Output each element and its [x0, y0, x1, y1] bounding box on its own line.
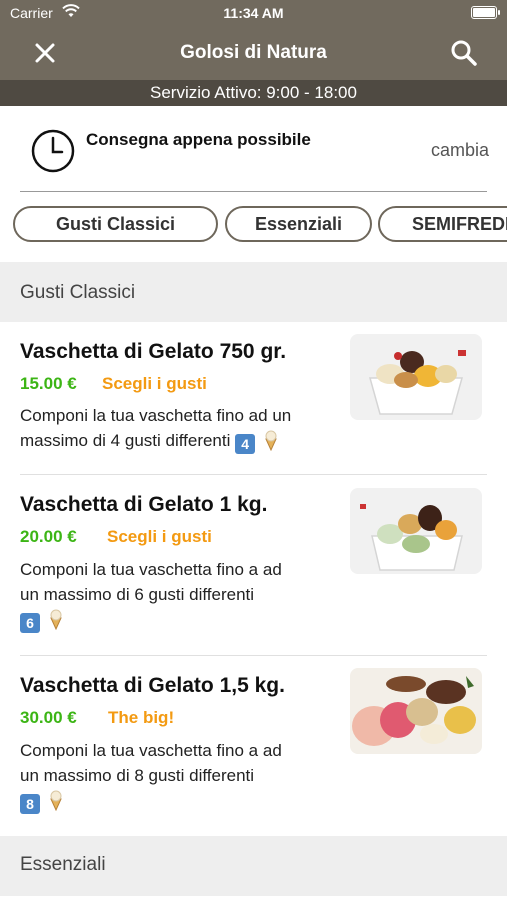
- product-image: [350, 334, 482, 420]
- service-hours-text: Servizio Attivo: 9:00 - 18:00: [150, 83, 357, 102]
- item-price: 15.00 €: [20, 374, 77, 393]
- section-title: Essenziali: [20, 854, 106, 875]
- delivery-label: Consegna appena possibile: [86, 130, 311, 149]
- ice-cream-icon: [49, 790, 62, 811]
- list-item[interactable]: Vaschetta di Gelato 750 gr. 15.00 € Sceg…: [0, 322, 507, 474]
- desc-line: Componi la tua vaschetta fino a ad: [20, 560, 282, 579]
- nav-bar: Golosi di Natura: [0, 26, 507, 80]
- desc-line: un massimo di 8 gusti differenti: [20, 766, 255, 785]
- battery-icon: [471, 6, 500, 19]
- service-hours-bar: Servizio Attivo: 9:00 - 18:00: [0, 80, 507, 106]
- product-image: [350, 668, 482, 754]
- product-image: [350, 488, 482, 574]
- search-icon[interactable]: [449, 38, 479, 68]
- section-header: Essenziali: [0, 836, 507, 896]
- desc-line: un massimo di 6 gusti differenti: [20, 585, 255, 604]
- keycap-icon: 6: [20, 613, 40, 633]
- item-description: Componi la tua vaschetta fino a ad un ma…: [20, 557, 340, 633]
- ice-cream-icon: [265, 430, 277, 451]
- desc-line: 8: [20, 788, 340, 814]
- clock-icon: [31, 129, 75, 173]
- item-tag: The big!: [108, 708, 175, 727]
- desc-line: Componi la tua vaschetta fino a ad: [20, 741, 282, 760]
- keycap-icon: 8: [20, 794, 40, 814]
- chip-semifreddi[interactable]: SEMIFREDDI: [378, 206, 507, 242]
- page-title: Golosi di Natura: [180, 42, 327, 63]
- item-name: Vaschetta di Gelato 750 gr.: [20, 340, 287, 363]
- item-tag: Scegli i gusti: [107, 527, 212, 546]
- section-title: Gusti Classici: [20, 282, 136, 303]
- desc-line: Componi la tua vaschetta fino ad un: [20, 406, 292, 425]
- list-item[interactable]: Vaschetta di Gelato 1,5 kg. 30.00 € The …: [0, 656, 507, 836]
- item-name: Vaschetta di Gelato 1 kg.: [20, 493, 268, 516]
- change-delivery-button[interactable]: cambia: [431, 140, 489, 161]
- chip-label: Gusti Classici: [55, 214, 176, 234]
- desc-line-text: massimo di 4 gusti differenti: [20, 431, 231, 450]
- item-name: Vaschetta di Gelato 1,5 kg.: [20, 674, 285, 697]
- divider: [20, 191, 487, 192]
- clock-time: 11:34 AM: [223, 5, 284, 21]
- item-description: Componi la tua vaschetta fino ad un mass…: [20, 403, 340, 454]
- delivery-time-row[interactable]: Consegna appena possibile cambia: [0, 106, 507, 192]
- item-price: 20.00 €: [20, 527, 77, 546]
- chip-label: SEMIFREDDI: [412, 214, 507, 234]
- item-price: 30.00 €: [20, 708, 77, 727]
- category-chips: Gusti Classici Essenziali SEMIFREDDI: [0, 206, 507, 246]
- chip-label: Essenziali: [254, 214, 343, 234]
- item-description: Componi la tua vaschetta fino a ad un ma…: [20, 738, 340, 814]
- desc-line: massimo di 4 gusti differenti 4: [20, 428, 340, 454]
- ice-cream-icon: [49, 609, 62, 630]
- keycap-icon: 4: [235, 434, 256, 454]
- desc-line: 6: [20, 607, 340, 633]
- chip-essenziali[interactable]: Essenziali: [225, 206, 372, 242]
- list-item[interactable]: Vaschetta di Gelato 1 kg. 20.00 € Scegli…: [0, 475, 507, 655]
- status-bar: Carrier 11:34 AM: [0, 0, 507, 26]
- section-header: Gusti Classici: [0, 262, 507, 322]
- item-tag: Scegli i gusti: [102, 374, 207, 393]
- chip-gusti-classici[interactable]: Gusti Classici: [13, 206, 218, 242]
